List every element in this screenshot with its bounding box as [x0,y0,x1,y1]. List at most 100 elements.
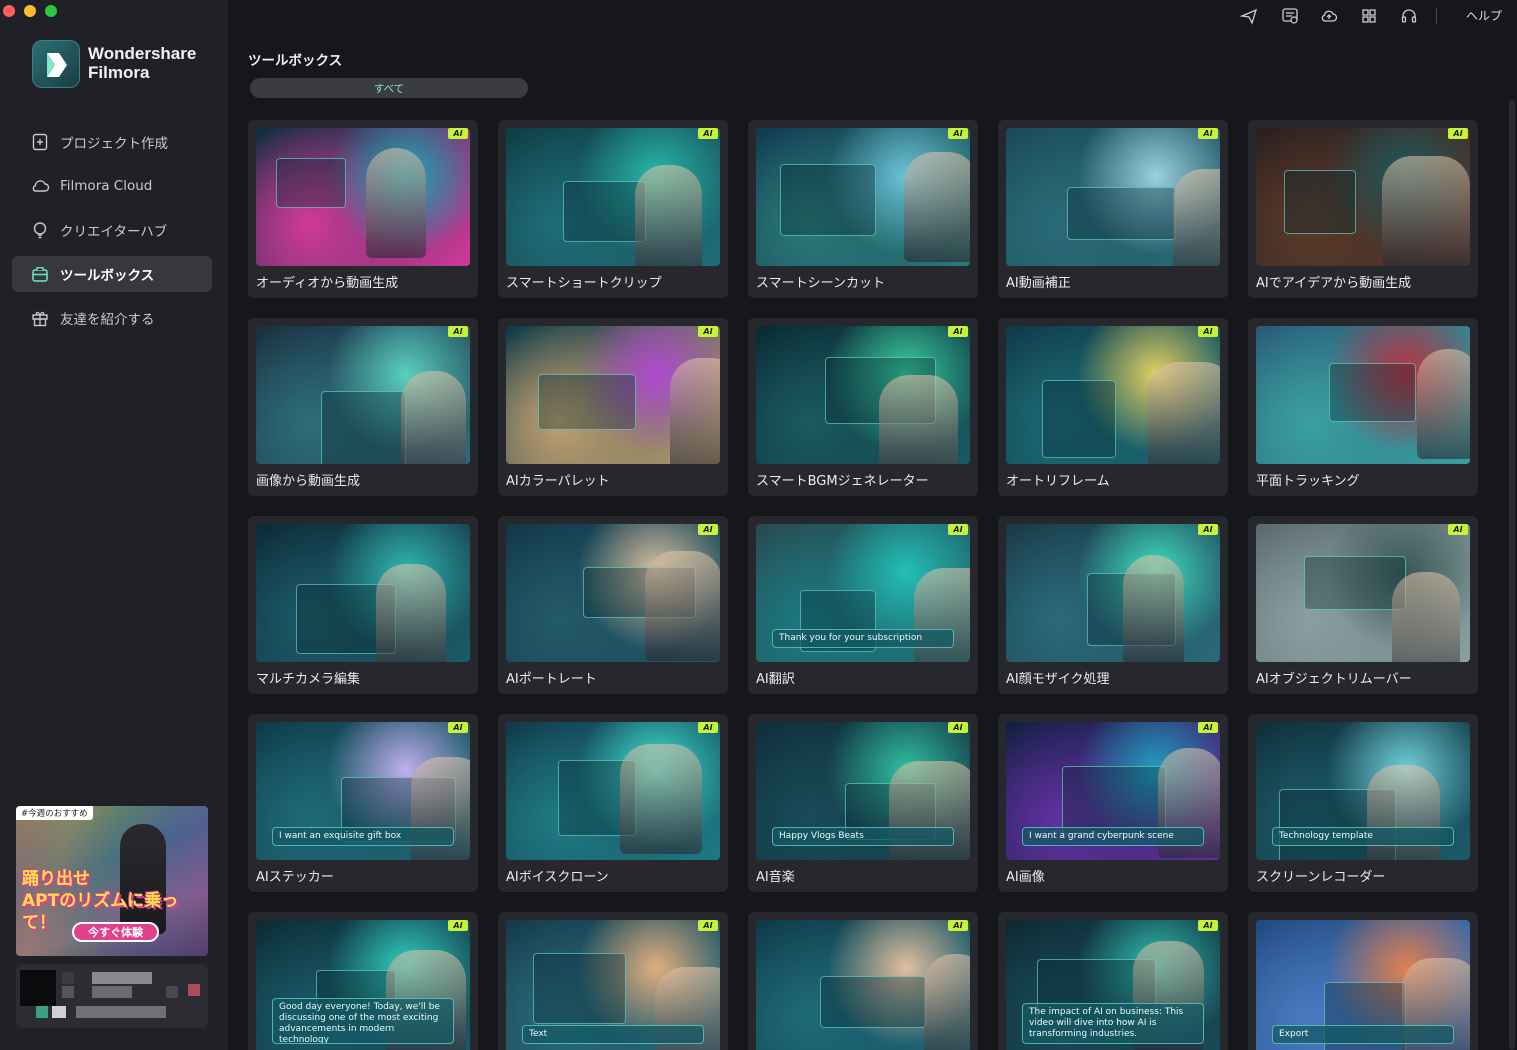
thumbnail-subject [1173,169,1220,266]
window-minimize-button[interactable] [24,5,36,17]
tool-card[interactable]: AI 画像から動画生成 [248,318,478,496]
thumbnail-panel [1329,363,1416,422]
tool-card[interactable]: Text AI [498,912,728,1050]
sidebar-item-toolbox[interactable]: ツールボックス [12,256,212,292]
thumbnail-panel [1067,187,1176,240]
sidebar-item-label: Filmora Cloud [60,178,153,194]
tool-card[interactable]: Export [1248,912,1478,1050]
promo-banner[interactable]: #今週のおすすめ 踊り出せ APTのリズムに乗って！ 今すぐ体験 [16,806,208,956]
tool-thumbnail [1006,326,1220,464]
tool-card[interactable]: The impact of AI on business: This video… [998,912,1228,1050]
grid-icon[interactable] [1360,7,1378,25]
tool-thumbnail: Thank you for your subscription [756,524,970,662]
ai-badge: AI [698,524,718,535]
tool-thumbnail [756,920,970,1050]
tool-card[interactable]: AI AIポートレート [498,516,728,694]
filter-tab-all[interactable]: すべて [250,78,528,98]
tool-thumbnail [1256,326,1470,464]
tool-card[interactable]: AI AI顔モザイク処理 [998,516,1228,694]
tool-label: スクリーンレコーダー [1256,870,1386,885]
tool-card[interactable]: AI AIカラーパレット [498,318,728,496]
tool-card[interactable]: AI オーディオから動画生成 [248,120,478,298]
help-menu[interactable]: ヘルプ [1466,7,1502,24]
tool-card[interactable]: AI スマートシーンカット [748,120,978,298]
tool-thumbnail: Happy Vlogs Beats [756,722,970,860]
thumbnail-panel [321,391,406,464]
scrollbar[interactable] [1509,100,1515,1050]
tool-grid: AI オーディオから動画生成 AI スマートショートクリップ AI スマートシーンカット A… [248,120,1480,1050]
ai-badge: AI [948,524,968,535]
tool-thumbnail [256,326,470,464]
app-window: Wondershare Filmora プロジェクト作成 Filmora Clo… [0,0,1517,1050]
pixelated-plan [52,1006,66,1018]
thumbnail-caption: Happy Vlogs Beats [772,827,954,846]
tool-label: AIボイスクローン [506,870,609,885]
tool-card[interactable]: AI スマートBGMジェネレーター [748,318,978,496]
thumbnail-panel [1062,766,1166,834]
tool-card[interactable]: AI オートリフレーム [998,318,1228,496]
thumbnail-panel [533,953,626,1024]
thumbnail-panel [1042,380,1116,458]
page-title: ツールボックス [248,53,343,69]
tool-thumbnail [256,128,470,266]
window-maximize-button[interactable] [45,5,57,17]
tool-card[interactable]: AI AIオブジェクトリムーバー [1248,516,1478,694]
tool-card[interactable]: AI [748,912,978,1050]
thumbnail-caption: Export [1272,1025,1454,1044]
thumbnail-caption: I want an exquisite gift box [272,827,454,846]
thumbnail-subject [620,744,702,854]
tool-card[interactable]: 平面トラッキング [1248,318,1478,496]
ai-badge: AI [1448,524,1468,535]
tool-label: マルチカメラ編集 [256,672,361,687]
tool-card[interactable]: Thank you for your subscription AI AI翻訳 [748,516,978,694]
message-icon[interactable] [1281,7,1299,25]
sidebar-item-create-project[interactable]: プロジェクト作成 [12,124,212,160]
tool-thumbnail: Text [506,920,720,1050]
thumbnail-panel [1284,170,1356,234]
tool-label: AI翻訳 [756,672,795,687]
pixelated-plan [76,1006,166,1018]
cloud-upload-icon[interactable] [1320,7,1338,25]
tool-label: AIステッカー [256,870,334,885]
tool-label: AI音楽 [756,870,795,885]
thumbnail-subject [635,165,702,266]
tool-label: スマートシーンカット [756,276,885,291]
tool-label: オーディオから動画生成 [256,276,399,291]
ai-badge: AI [698,722,718,733]
promo-cta-button[interactable]: 今すぐ体験 [72,922,159,942]
gift-icon [30,308,50,328]
tool-card[interactable]: I want an exquisite gift box AI AIステッカー [248,714,478,892]
tool-card[interactable]: AI AIでアイデアから動画生成 [1248,120,1478,298]
tool-card[interactable]: Good day everyone! Today, we'll be discu… [248,912,478,1050]
thumbnail-subject [670,358,720,464]
toolbox-icon [30,264,50,284]
thumbnail-caption: Technology template [1272,827,1454,846]
thumbnail-subject [376,564,446,662]
tool-card[interactable]: AI スマートショートクリップ [498,120,728,298]
bulb-icon [30,220,50,240]
thumbnail-subject [879,375,958,464]
sidebar-item-creator-hub[interactable]: クリエイターハブ [12,212,212,248]
tool-label: AIカラーパレット [506,474,610,489]
tool-card[interactable]: マルチカメラ編集 [248,516,478,694]
sidebar-item-label: クリエイターハブ [60,224,168,240]
tool-card[interactable]: Happy Vlogs Beats AI AI音楽 [748,714,978,892]
tool-card[interactable]: Technology template スクリーンレコーダー [1248,714,1478,892]
sidebar-item-refer-friend[interactable]: 友達を紹介する [12,300,212,336]
thumbnail-subject [645,551,720,661]
headset-icon[interactable] [1400,7,1418,25]
account-panel[interactable] [16,964,208,1028]
tool-card[interactable]: AI AIボイスクローン [498,714,728,892]
sidebar-item-label: ツールボックス [60,268,155,284]
tool-card[interactable]: AI AI動画補正 [998,120,1228,298]
sidebar-item-filmora-cloud[interactable]: Filmora Cloud [12,168,212,204]
thumbnail-panel [1304,556,1406,610]
send-icon[interactable] [1239,7,1258,25]
tool-card[interactable]: I want a grand cyberpunk scene AI AI画像 [998,714,1228,892]
ai-badge: AI [948,920,968,931]
promo-headline-line1: 踊り出せ [22,869,90,889]
window-close-button[interactable] [3,5,15,17]
ai-badge: AI [448,326,468,337]
cloud-icon [30,176,50,196]
tool-label: AIでアイデアから動画生成 [1256,276,1412,291]
